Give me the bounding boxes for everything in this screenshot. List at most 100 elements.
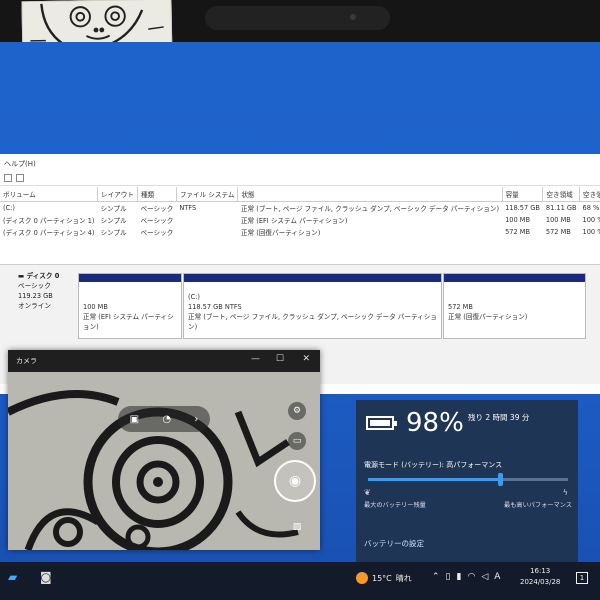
cell-status: 正常 (ブート, ページ ファイル, クラッシュ ダンプ, ベーシック データ … [240,205,500,213]
taskbar: ▰ ◙ 15°C 晴れ ⌃ ▯ ▮ ◠ ◁ A 16:13 2024/03/28… [0,562,600,600]
col-capacity[interactable]: 容量 [502,187,544,202]
disk-status: オンライン [18,302,51,310]
camera-icon: ◉ [288,473,302,489]
disk-type: ベーシック [18,282,51,290]
battery-level-fill [370,420,390,426]
battery-remaining: 残り 2 時間 39 分 [468,413,530,422]
slider-thumb[interactable] [498,473,503,486]
col-filesystem[interactable]: ファイル システム [176,187,239,202]
battery-settings-link[interactable]: バッテリーの設定 [364,538,424,549]
clock-time: 16:13 [530,567,551,575]
cell-free: 100 MB [545,216,571,224]
timer-icon[interactable]: ◔ [162,414,171,425]
slider-fill [368,478,500,481]
disk-label[interactable]: ▬ ディスク 0 ベーシック 119.23 GB オンライン [18,271,76,341]
partition-bar [79,274,181,282]
partition-size: 100 MB [83,303,108,311]
battery-icon [366,416,397,430]
cell-layout: シンプル [100,229,127,237]
device-icon[interactable]: ▯ [446,572,451,582]
menu-bar: ヘルプ(H) [0,154,600,172]
clock-date: 2024/03/28 [520,578,561,586]
col-volume[interactable]: ボリューム [0,187,98,202]
cell-capacity: 100 MB [505,216,530,224]
cell-free-percent: 68 % [582,204,600,212]
weather-condition: 晴れ [395,573,412,583]
battery-saver-label: 最大のバッテリー残量 [364,502,426,509]
maximize-button[interactable]: ☐ [276,354,284,364]
webcam-housing [205,6,390,30]
chevron-up-icon[interactable]: ⌃ [432,572,440,582]
weather-widget[interactable]: 15°C 晴れ [356,572,412,584]
gallery-icon[interactable]: ▨ [288,518,306,536]
volume-list: ボリューム レイアウト 種類 ファイル システム 状態 容量 空き領域 空き領域… [0,187,600,257]
temperature: 15°C [372,573,392,583]
table-row[interactable]: (ディスク 0 パーティション 1) シンプル ベーシック 正常 (EFI シス… [0,214,600,226]
partition-label: (C:) [188,293,200,301]
power-mode-label: 電源モード (バッテリー): 高パフォーマンス [364,461,503,469]
cell-volume: (ディスク 0 パーティション 4) [3,229,95,237]
power-mode-slider[interactable] [368,473,568,486]
leaf-icon: ❦ [364,488,371,497]
cell-capacity: 118.57 GB [505,204,540,212]
cell-free: 572 MB [545,228,571,236]
camera-toolbar: ▣ ◔ › [118,406,210,432]
volume-icon[interactable]: ◁ [481,572,488,582]
screen: ヘルプ(H) ボリューム レイアウト 種類 ファイル システム 状態 容量 空き… [0,42,600,600]
cell-free: 81.11 GB [545,204,577,212]
photo-capture-button[interactable]: ◉ [274,460,316,502]
camera-taskbar-icon[interactable]: ◙ [40,570,52,584]
disk-management-taskbar-icon[interactable]: ▰ [8,570,17,584]
toolbar-back-icon[interactable] [4,174,12,182]
cell-filesystem [176,214,238,226]
partition-recovery[interactable]: 572 MB 正常 (回復パーティション) [443,273,586,339]
best-performance-label: 最も高いパフォーマンス [504,502,572,509]
col-layout[interactable]: レイアウト [97,187,138,202]
col-type[interactable]: 種類 [137,187,177,202]
col-free-percent[interactable]: 空き領域の割合 [579,187,600,202]
partition-size: 572 MB [448,303,473,311]
col-free[interactable]: 空き領域 [542,187,581,202]
partition-size: 118.57 GB NTFS [188,303,242,311]
settings-gear-icon[interactable]: ⚙ [288,402,306,420]
cell-volume: (ディスク 0 パーティション 1) [3,217,95,225]
video-mode-icon[interactable]: ▭ [288,432,306,450]
laptop-bezel: ヘルプ(H) ボリューム レイアウト 種類 ファイル システム 状態 容量 空き… [0,0,600,600]
table-row[interactable]: (C:) シンプル ベーシック NTFS 正常 (ブート, ページ ファイル, … [0,202,600,215]
cell-free-percent: 100 % [582,216,600,224]
partition-label [448,292,581,302]
cell-capacity: 572 MB [505,228,530,236]
close-button[interactable]: ✕ [302,354,310,364]
chevron-right-icon[interactable]: › [194,414,198,425]
cell-filesystem [176,226,238,238]
cell-type: ベーシック [140,229,174,237]
camera-preview: ▣ ◔ › ⚙ ▭ ◉ ▨ [8,372,320,550]
toolbar-list-icon[interactable] [16,174,24,182]
sun-icon [356,572,368,584]
network-icon[interactable]: ◠ [467,572,475,582]
camera-window: カメラ — ☐ ✕ ▣ ◔ › ⚙ ▭ ◉ ▨ [8,350,320,550]
partition-c[interactable]: (C:) 118.57 GB NTFS 正常 (ブート, ページ ファイル, ク… [183,273,442,339]
menu-help[interactable]: ヘルプ(H) [4,160,36,168]
partition-status: 正常 (ブート, ページ ファイル, クラッシュ ダンプ, ベーシック データ … [188,313,437,331]
partition-bar [444,274,585,282]
notification-center-button[interactable]: 1 [576,572,588,584]
partition-status: 正常 (回復パーティション) [448,313,528,321]
table-row[interactable]: (ディスク 0 パーティション 4) シンプル ベーシック 正常 (回復パーティ… [0,226,600,238]
col-status[interactable]: 状態 [237,187,503,202]
battery-percent: 98% [406,408,464,438]
partition-efi[interactable]: 100 MB 正常 (EFI システム パーティション) [78,273,182,339]
battery-flyout: 98% 残り 2 時間 39 分 電源モード (バッテリー): 高パフォーマンス… [356,400,578,562]
partition-bar [184,274,441,282]
battery-tray-icon[interactable]: ▮ [457,572,462,582]
minimize-button[interactable]: — [251,354,260,364]
webcam-lens [350,14,356,20]
hdr-icon[interactable]: ▣ [130,414,139,425]
cell-layout: シンプル [100,217,127,225]
partition-status: 正常 (EFI システム パーティション) [83,313,174,331]
system-tray: ⌃ ▯ ▮ ◠ ◁ A [432,572,500,582]
lightning-icon: ϟ [562,488,568,497]
ime-indicator[interactable]: A [494,572,500,582]
cell-layout: シンプル [100,205,127,213]
clock[interactable]: 16:13 2024/03/28 [520,566,560,588]
